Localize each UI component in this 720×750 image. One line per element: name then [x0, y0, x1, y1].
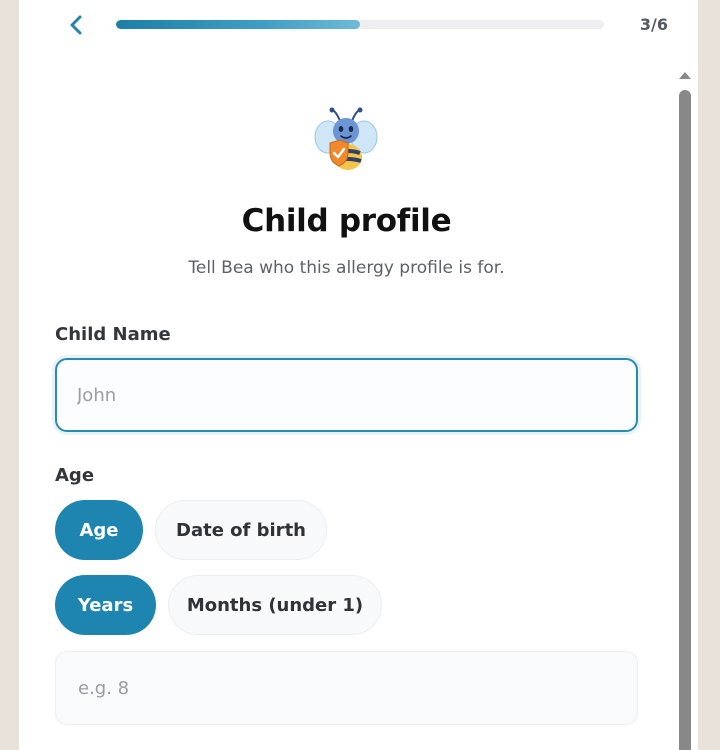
age-unit-option-label: Years — [77, 594, 134, 616]
child-name-input[interactable] — [55, 358, 638, 432]
age-mode-option-age[interactable]: Age — [55, 500, 143, 560]
age-unit-option-years[interactable]: Years — [55, 575, 156, 635]
progress-fill — [116, 20, 360, 29]
age-mode-option-date-of-birth[interactable]: Date of birth — [155, 500, 327, 560]
step-indicator: 3/6 — [639, 15, 668, 34]
age-value-input[interactable] — [55, 651, 638, 725]
header: 3/6 — [19, 0, 698, 50]
age-unit-option-months[interactable]: Months (under 1) — [168, 575, 382, 635]
back-button[interactable] — [65, 13, 89, 37]
progress-bar — [116, 20, 604, 29]
scroll-thumb[interactable] — [679, 90, 691, 750]
scrollbar[interactable] — [677, 70, 693, 750]
age-label: Age — [55, 465, 95, 486]
age-mode-option-label: Age — [79, 519, 119, 541]
child-name-label: Child Name — [55, 324, 171, 345]
age-unit-option-label: Months (under 1) — [186, 594, 364, 616]
onboarding-panel: 3/6 Child profile Tell Bea who this alle… — [19, 0, 698, 750]
bee-shield-mascot-icon — [310, 107, 382, 175]
chevron-left-icon — [70, 15, 82, 35]
scroll-up-arrow-icon[interactable] — [679, 72, 691, 79]
page-subtitle: Tell Bea who this allergy profile is for… — [188, 258, 505, 278]
page-title: Child profile — [241, 203, 452, 239]
age-mode-option-label: Date of birth — [176, 519, 306, 541]
